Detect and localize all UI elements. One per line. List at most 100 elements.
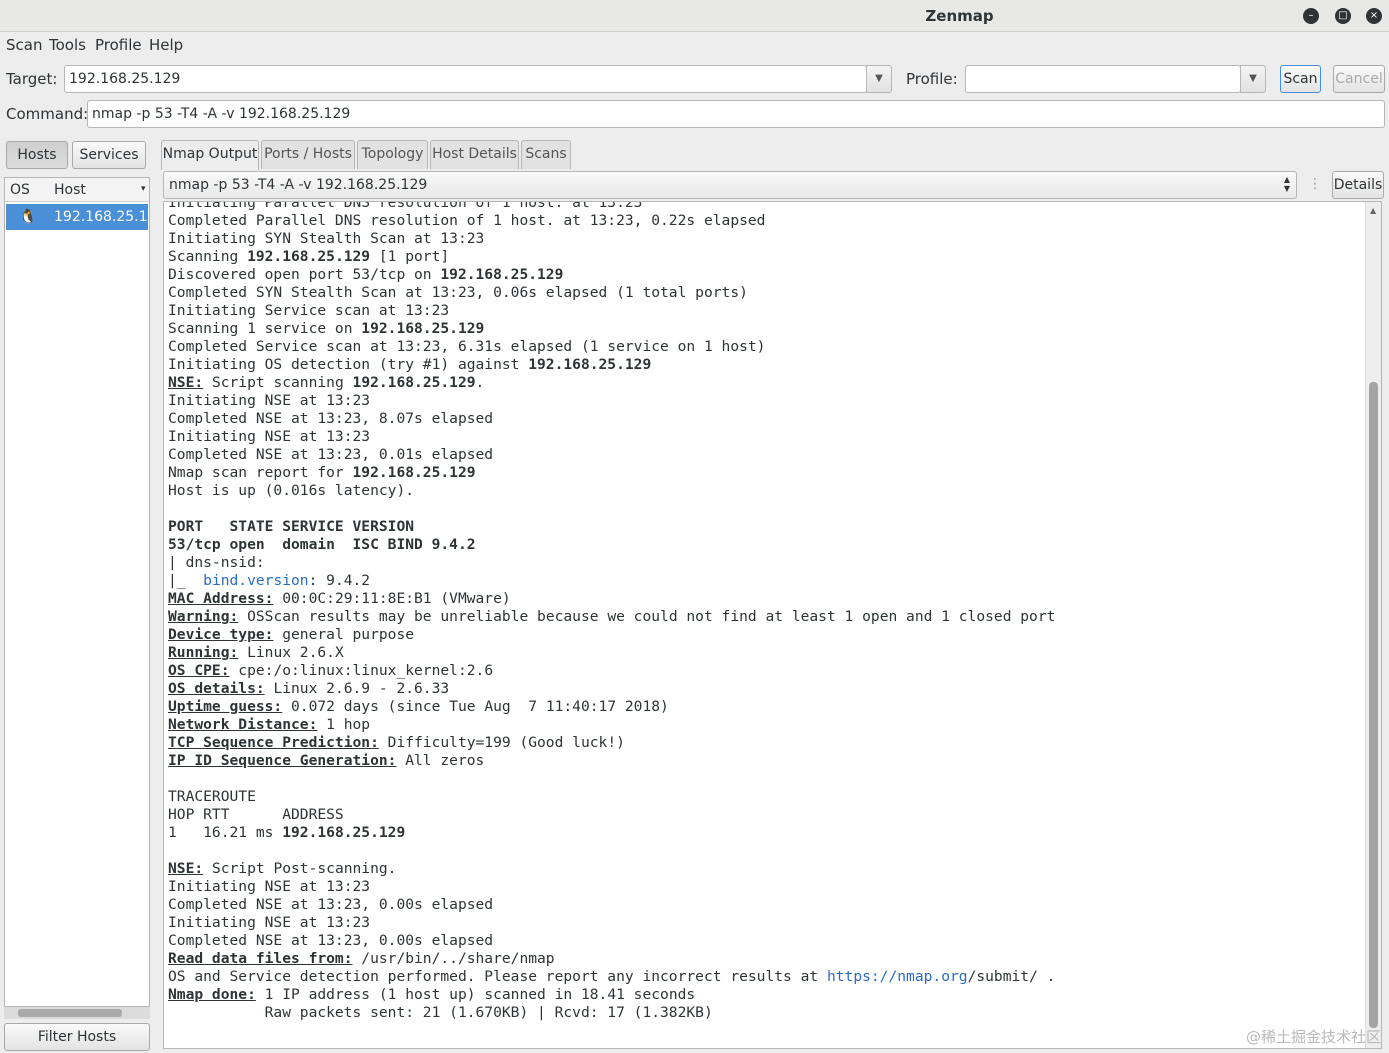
output-line: Host is up (0.016s latency). xyxy=(168,482,414,499)
output-line: OS details: Linux 2.6.9 - 2.6.33 xyxy=(168,680,449,697)
output-segment: Completed NSE at 13:23, 8.07s elapsed xyxy=(168,410,494,427)
profile-dropdown-icon[interactable]: ▼ xyxy=(1240,65,1266,93)
output-segment: All zeros xyxy=(396,752,485,769)
scrollbar-thumb[interactable] xyxy=(18,1009,122,1017)
output-line: NSE: Script Post-scanning. xyxy=(168,860,396,877)
output-line: Device type: general purpose xyxy=(168,626,414,643)
command-input[interactable]: nmap -p 53 -T4 -A -v 192.168.25.129 xyxy=(87,100,1385,128)
host-list: OS Host ▾ 🐧 192.168.25.129 xyxy=(4,177,150,1007)
output-line: MAC Address: 00:0C:29:11:8E:B1 (VMware) xyxy=(168,590,511,607)
output-segment: Initiating NSE at 13:23 xyxy=(168,878,371,895)
target-input[interactable]: 192.168.25.129 xyxy=(64,65,867,93)
output-line: | dns-nsid: xyxy=(168,554,265,571)
details-button[interactable]: Details xyxy=(1332,171,1384,199)
command-label: Command: xyxy=(6,105,89,123)
output-selector[interactable]: nmap -p 53 -T4 -A -v 192.168.25.129 ▲ ▼ xyxy=(163,171,1297,199)
menu-tools[interactable]: Tools xyxy=(49,36,86,54)
host-list-scrollbar[interactable] xyxy=(4,1007,150,1019)
col-host-header[interactable]: Host xyxy=(54,182,86,198)
output-segment[interactable]: bind.version xyxy=(203,572,308,589)
output-segment: Completed NSE at 13:23, 0.00s elapsed xyxy=(168,932,494,949)
output-segment: Scanning 1 service on xyxy=(168,320,362,337)
output-segment: Completed Parallel DNS resolution of 1 h… xyxy=(168,212,766,229)
output-segment: Difficulty=199 (Good luck!) xyxy=(378,734,625,751)
output-line: Completed SYN Stealth Scan at 13:23, 0.0… xyxy=(168,284,748,301)
host-row[interactable]: 🐧 192.168.25.129 xyxy=(6,204,148,230)
output-line: Read data files from: /usr/bin/../share/… xyxy=(168,950,555,967)
output-segment[interactable]: https://nmap.org xyxy=(827,968,968,985)
output-segment: Raw packets sent: 21 (1.670KB) | Rcvd: 1… xyxy=(168,1004,713,1021)
scrollbar-thumb[interactable] xyxy=(1369,382,1378,1028)
host-list-header: OS Host ▾ xyxy=(5,178,149,202)
output-scrollbar[interactable]: ▲ xyxy=(1365,202,1381,1048)
window-title: Zenmap xyxy=(925,7,994,25)
tab-nmap-output[interactable]: Nmap Output xyxy=(161,140,259,170)
menu-profile[interactable]: Profile xyxy=(95,36,142,54)
output-segment: Initiating SYN Stealth Scan at 13:23 xyxy=(168,230,485,247)
output-line: 53/tcp open domain ISC BIND 9.4.2 xyxy=(168,536,476,553)
tab-ports-hosts[interactable]: Ports / Hosts xyxy=(261,140,355,169)
output-segment: Linux 2.6.9 - 2.6.33 xyxy=(264,680,450,697)
output-segment: Nmap done: xyxy=(168,986,256,1003)
services-toggle-button[interactable]: Services xyxy=(72,141,146,169)
tab-scans[interactable]: Scans xyxy=(521,140,571,169)
output-line: Nmap done: 1 IP address (1 host up) scan… xyxy=(168,986,695,1003)
output-segment: Completed SYN Stealth Scan at 13:23, 0.0… xyxy=(168,284,748,301)
output-line: Completed NSE at 13:23, 0.00s elapsed xyxy=(168,932,493,949)
output-segment: /usr/bin/../share/nmap xyxy=(352,950,555,967)
output-segment: 53/tcp open domain ISC BIND 9.4.2 xyxy=(168,536,476,553)
output-line: Initiating NSE at 13:23 xyxy=(168,914,370,931)
hosts-toggle-button[interactable]: Hosts xyxy=(6,141,68,169)
nmap-output-text: Initiating Parallel DNS resolution of 1 … xyxy=(168,202,1055,1022)
output-line: Warning: OSScan results may be unreliabl… xyxy=(168,608,1055,625)
tab-topology[interactable]: Topology xyxy=(357,140,428,169)
output-line: Initiating NSE at 13:23 xyxy=(168,392,370,409)
output-segment: . xyxy=(475,374,485,391)
output-segment: Script Post-scanning. xyxy=(203,860,397,877)
tab-host-details[interactable]: Host Details xyxy=(430,140,519,169)
nmap-output-view[interactable]: Initiating Parallel DNS resolution of 1 … xyxy=(163,201,1382,1049)
watermark: @稀土掘金技术社区 xyxy=(1245,1028,1381,1046)
output-segment: Completed NSE at 13:23, 0.01s elapsed xyxy=(168,446,494,463)
maximize-icon[interactable]: □ xyxy=(1335,8,1351,24)
output-segment: Running: xyxy=(168,644,239,661)
output-line: Completed Parallel DNS resolution of 1 h… xyxy=(168,212,765,229)
close-icon[interactable]: × xyxy=(1366,8,1382,24)
drag-handle-icon[interactable]: ⋮ xyxy=(1308,176,1322,192)
output-segment: TRACEROUTE xyxy=(168,788,256,805)
target-dropdown-icon[interactable]: ▼ xyxy=(866,65,892,93)
output-line: Initiating NSE at 13:23 xyxy=(168,428,370,445)
output-line: Uptime guess: 0.072 days (since Tue Aug … xyxy=(168,698,669,715)
output-segment: 192.168.25.129 xyxy=(352,374,476,391)
col-os-header[interactable]: OS xyxy=(10,182,30,198)
output-line: Initiating Service scan at 13:23 xyxy=(168,302,449,319)
output-segment: Linux 2.6.X xyxy=(238,644,344,661)
output-segment: |_ xyxy=(168,572,204,589)
output-line: IP ID Sequence Generation: All zeros xyxy=(168,752,484,769)
output-segment: Scanning xyxy=(168,248,248,265)
output-segment: Read data files from: xyxy=(168,950,353,967)
menu-help[interactable]: Help xyxy=(149,36,183,54)
output-selector-value: nmap -p 53 -T4 -A -v 192.168.25.129 xyxy=(169,177,428,193)
cancel-button[interactable]: Cancel xyxy=(1333,65,1385,93)
scan-button[interactable]: Scan xyxy=(1280,65,1321,93)
scroll-up-icon[interactable]: ▲ xyxy=(1370,206,1376,215)
output-segment: Completed NSE at 13:23, 0.00s elapsed xyxy=(168,896,494,913)
output-segment: Nmap scan report for xyxy=(168,464,353,481)
output-line: Raw packets sent: 21 (1.670KB) | Rcvd: 1… xyxy=(168,1004,713,1021)
minimize-icon[interactable]: – xyxy=(1303,8,1319,24)
output-segment: 192.168.25.129 xyxy=(440,266,564,283)
output-segment: Warning: xyxy=(168,608,239,625)
output-segment: Initiating NSE at 13:23 xyxy=(168,914,371,931)
output-segment: 192.168.25.129 xyxy=(282,824,406,841)
output-line: OS CPE: cpe:/o:linux:linux_kernel:2.6 xyxy=(168,662,493,679)
output-segment: general purpose xyxy=(273,626,415,643)
output-segment: IP ID Sequence Generation: xyxy=(168,752,397,769)
profile-input[interactable] xyxy=(965,65,1241,93)
filter-hosts-button[interactable]: Filter Hosts xyxy=(4,1023,150,1051)
menu-scan[interactable]: Scan xyxy=(6,36,42,54)
output-segment: OS CPE: xyxy=(168,662,230,679)
output-segment: [1 port] xyxy=(370,248,450,265)
title-bar: Zenmap – □ × xyxy=(0,0,1389,32)
output-line: Initiating OS detection (try #1) against… xyxy=(168,356,651,373)
